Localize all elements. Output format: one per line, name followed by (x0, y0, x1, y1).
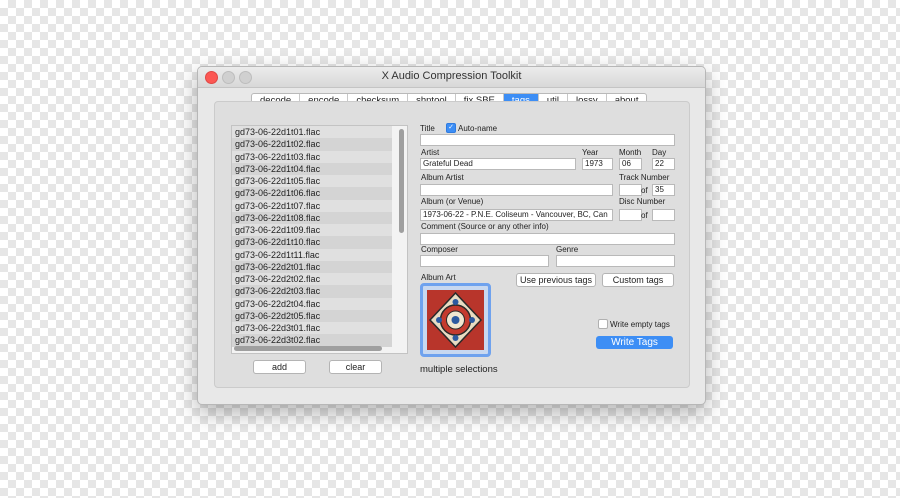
file-list-item[interactable]: gd73-06-22d2t05.flac (232, 309, 392, 322)
file-list-item[interactable]: gd73-06-22d2t04.flac (232, 297, 392, 310)
album-field[interactable]: 1973-06-22 - P.N.E. Coliseum - Vancouver… (420, 209, 613, 221)
file-list-item[interactable]: gd73-06-22d1t01.flac (232, 126, 392, 139)
autoname-checkbox[interactable]: ✓ (446, 123, 456, 133)
disc-number-field[interactable] (619, 209, 642, 221)
composer-label: Composer (421, 245, 458, 254)
file-list-item[interactable]: gd73-06-22d1t11.flac (232, 248, 392, 261)
artist-label: Artist (421, 148, 440, 157)
disc-of-label: of (641, 211, 648, 220)
album-art-graphic (427, 290, 484, 350)
file-list-item[interactable]: gd73-06-22d2t03.flac (232, 285, 392, 298)
disc-total-field[interactable] (652, 209, 675, 221)
vertical-scrollbar[interactable] (399, 129, 404, 233)
title-field[interactable] (420, 134, 675, 146)
autoname-label: Auto-name (458, 124, 498, 133)
file-list[interactable]: gd73-06-22d1t01.flac gd73-06-22d1t02.flac… (231, 125, 408, 354)
file-list-item[interactable]: gd73-06-22d2t02.flac (232, 273, 392, 286)
composer-field[interactable] (420, 255, 549, 267)
comment-label: Comment (Source or any other info) (421, 222, 549, 231)
write-empty-tags-label: Write empty tags (610, 320, 670, 329)
file-list-item[interactable]: gd73-06-22d1t06.flac (232, 187, 392, 200)
track-number-field[interactable] (619, 184, 642, 196)
album-label: Album (or Venue) (421, 197, 484, 206)
album-artist-field[interactable] (420, 184, 613, 196)
add-button[interactable]: add (253, 360, 306, 374)
day-field[interactable]: 22 (652, 158, 675, 170)
file-list-item[interactable]: gd73-06-22d3t02.flac (232, 334, 392, 347)
year-field[interactable]: 1973 (582, 158, 613, 170)
file-rows: gd73-06-22d1t01.flac gd73-06-22d1t02.flac… (232, 126, 407, 347)
track-of-label: of (641, 186, 648, 195)
file-list-item[interactable]: gd73-06-22d1t02.flac (232, 138, 392, 151)
horizontal-scrollbar[interactable] (234, 346, 382, 351)
album-artist-label: Album Artist (421, 173, 464, 182)
artist-field[interactable]: Grateful Dead (420, 158, 576, 170)
genre-field[interactable] (556, 255, 675, 267)
app-window: X Audio Compression Toolkit decode encod… (197, 66, 706, 405)
track-total-field[interactable]: 35 (652, 184, 675, 196)
genre-label: Genre (556, 245, 579, 254)
disc-number-label: Disc Number (619, 197, 666, 206)
comment-field[interactable] (420, 233, 675, 245)
use-previous-tags-button[interactable]: Use previous tags (516, 273, 596, 287)
file-list-item[interactable]: gd73-06-22d1t09.flac (232, 224, 392, 237)
selection-status: multiple selections (420, 364, 498, 375)
file-list-item[interactable]: gd73-06-22d2t01.flac (232, 260, 392, 273)
title-label: Title (420, 124, 435, 133)
track-number-label: Track Number (619, 173, 670, 182)
file-list-item[interactable]: gd73-06-22d1t03.flac (232, 150, 392, 163)
write-empty-tags-checkbox[interactable] (598, 319, 608, 329)
album-art-image (427, 290, 484, 350)
album-art-well[interactable] (420, 283, 491, 357)
file-list-item[interactable]: gd73-06-22d1t07.flac (232, 199, 392, 212)
year-label: Year (582, 148, 599, 157)
clear-button[interactable]: clear (329, 360, 382, 374)
day-label: Day (652, 148, 667, 157)
window-title: X Audio Compression Toolkit (381, 70, 522, 82)
month-field[interactable]: 06 (619, 158, 642, 170)
custom-tags-button[interactable]: Custom tags (602, 273, 674, 287)
title-bar: X Audio Compression Toolkit (198, 67, 705, 88)
file-list-item[interactable]: gd73-06-22d1t10.flac (232, 236, 392, 249)
file-list-item[interactable]: gd73-06-22d3t01.flac (232, 322, 392, 335)
file-list-item[interactable]: gd73-06-22d1t05.flac (232, 175, 392, 188)
write-tags-button[interactable]: Write Tags (596, 336, 673, 349)
album-art-label: Album Art (421, 273, 456, 282)
file-list-item[interactable]: gd73-06-22d1t08.flac (232, 211, 392, 224)
file-list-item[interactable]: gd73-06-22d1t04.flac (232, 162, 392, 175)
month-label: Month (619, 148, 642, 157)
